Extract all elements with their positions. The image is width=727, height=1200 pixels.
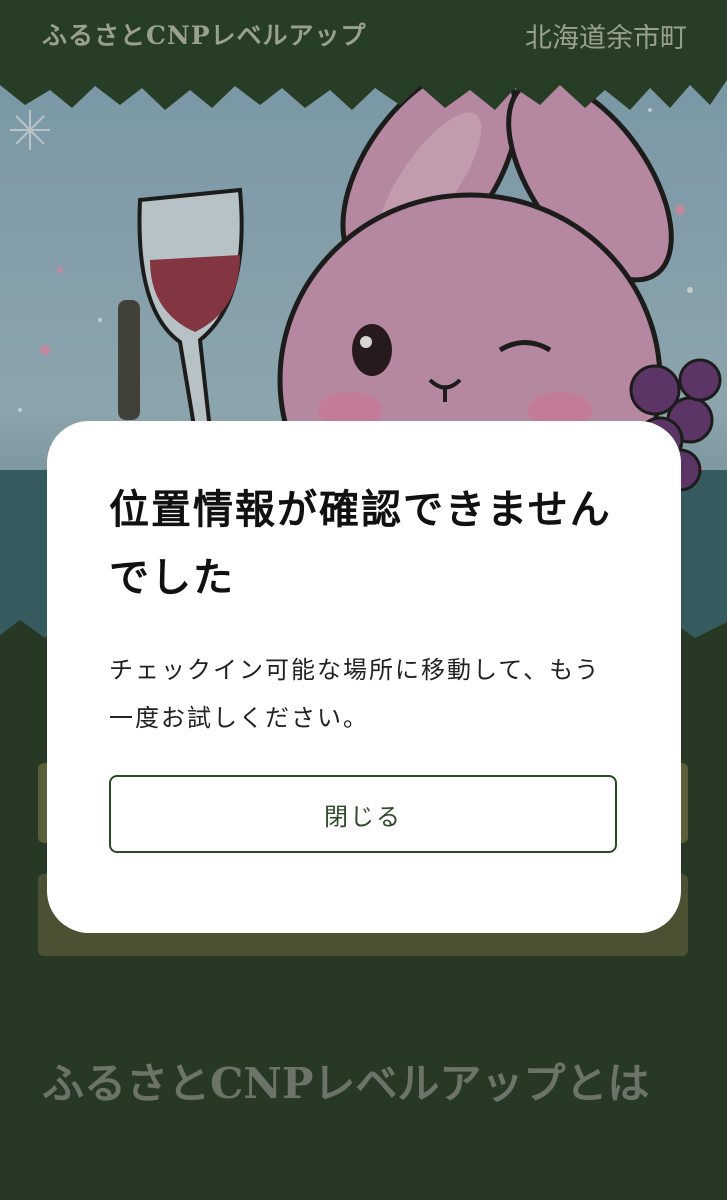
dialog-message: チェックイン可能な場所に移動して、もう一度お試しください。	[109, 656, 601, 732]
location-error-dialog: 位置情報が確認できませんでした チェックイン可能な場所に移動して、もう一度お試し…	[47, 421, 681, 933]
dialog-title: 位置情報が確認できませんでした	[109, 486, 612, 601]
close-button[interactable]: 閉じる	[109, 775, 617, 853]
